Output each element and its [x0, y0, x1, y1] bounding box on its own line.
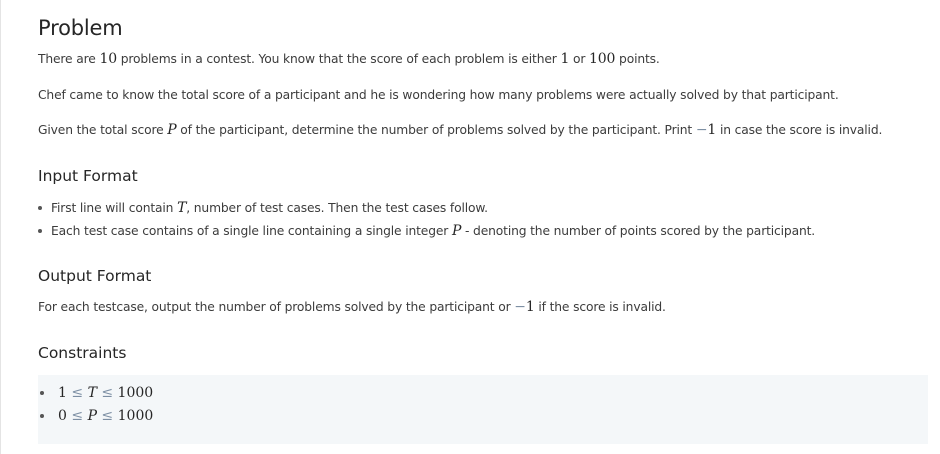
input-format-heading: Input Format [38, 167, 138, 185]
problem-paragraph-3: Given the total score P of the participa… [38, 122, 883, 138]
problem-heading: Problem [38, 16, 123, 40]
problem-statement-page: Problem There are 10 problems in a conte… [0, 0, 940, 454]
input-format-list: First line will contain T, number of tes… [38, 200, 815, 246]
list-item: First line will contain T, number of tes… [38, 200, 815, 223]
constraints-list: 1 ≤ T ≤ 1000 0 ≤ P ≤ 1000 [38, 382, 153, 428]
list-item: 1 ≤ T ≤ 1000 [38, 382, 153, 405]
constraints-box [38, 375, 928, 444]
constraints-heading: Constraints [38, 344, 127, 362]
list-item: Each test case contains of a single line… [38, 223, 815, 246]
output-format-heading: Output Format [38, 267, 152, 285]
problem-paragraph-2: Chef came to know the total score of a p… [38, 88, 839, 102]
output-format-text: For each testcase, output the number of … [38, 299, 666, 315]
list-item: 0 ≤ P ≤ 1000 [38, 405, 153, 428]
problem-paragraph-1: There are 10 problems in a contest. You … [38, 51, 660, 67]
